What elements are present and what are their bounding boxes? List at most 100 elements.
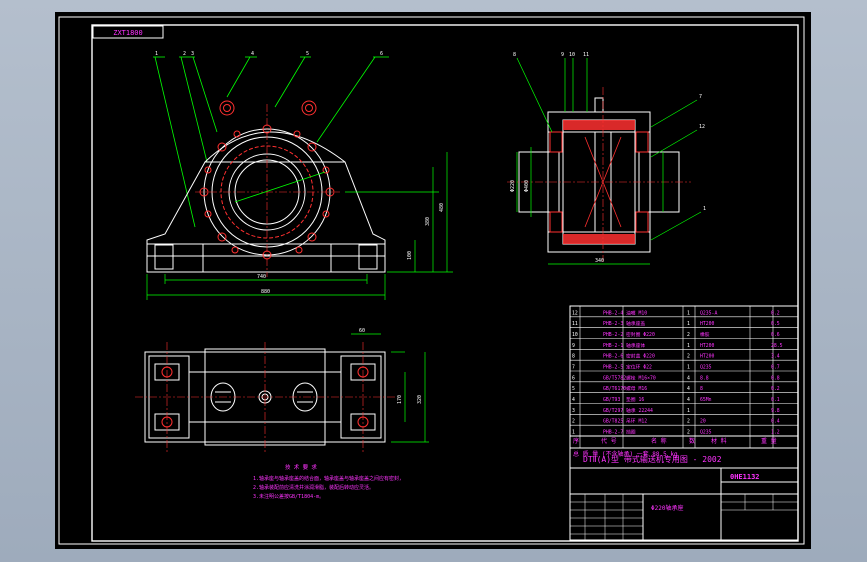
bom-cells: 12 PHB-2-4 油嘴 M10 1 Q235-A 0.211 PHB-2-3 轴承座盖 1 H… bbox=[572, 309, 783, 435]
bom-cell: Q235-A bbox=[700, 310, 717, 316]
bom-cell: 0.2 bbox=[771, 386, 780, 392]
bom-cell: Q235 bbox=[700, 365, 712, 371]
svg-text:2: 2 bbox=[183, 51, 186, 57]
bom-cell: 2 bbox=[572, 419, 575, 425]
title-block[interactable]: DTⅡ(A)型 带式输送机专用图 - 2002 0HE1132 Φ220轴承座 bbox=[569, 447, 799, 541]
notes-heading: 技 术 要 求 bbox=[285, 463, 317, 471]
bom-cell: HT200 bbox=[700, 343, 715, 349]
bom-cell: 轴承座盖 bbox=[626, 320, 645, 327]
bom-cell: 12 bbox=[572, 310, 578, 316]
bom-cell: Q235 bbox=[700, 430, 712, 436]
bom-cell: 1 bbox=[687, 310, 690, 316]
bom-cell: HT200 bbox=[700, 321, 715, 327]
bom-cell: 2 bbox=[687, 332, 690, 338]
bom-cell: 1 bbox=[687, 343, 690, 349]
bom-cell: PHB-2-5 bbox=[603, 365, 623, 371]
bom-cell: 20 bbox=[700, 419, 706, 425]
bom-cell: 5 bbox=[572, 386, 575, 392]
svg-text:880: 880 bbox=[261, 289, 270, 295]
front-view[interactable]: 123 456 880 740 380 480 100 bbox=[146, 51, 453, 300]
front-view-balloons: 123 456 bbox=[155, 51, 383, 57]
section-leaders bbox=[516, 57, 702, 265]
bom-cell: PHB-2-4 bbox=[603, 310, 623, 316]
part-number: 0HE1132 bbox=[730, 473, 760, 481]
bom-cell: GB/T5782 bbox=[603, 375, 626, 381]
front-view-leaders bbox=[153, 56, 389, 228]
bom-cell: 橡胶 bbox=[700, 331, 710, 338]
bom-cell: 28.5 bbox=[771, 343, 783, 349]
svg-text:Φ220: Φ220 bbox=[510, 180, 516, 192]
notes-line-3: 3.未注明公差按GB/T1804-m。 bbox=[253, 493, 324, 500]
bom-cell: 密封盖 Φ220 bbox=[626, 353, 655, 360]
bom-cell: GB/T825 bbox=[603, 419, 623, 425]
stamp-text: ZXT1800 bbox=[113, 29, 143, 37]
svg-text:3: 3 bbox=[191, 51, 194, 57]
bom-cell: PHB-2-2 bbox=[603, 332, 623, 338]
top-view[interactable]: 170 320 60 bbox=[135, 328, 429, 452]
svg-text:7: 7 bbox=[699, 94, 702, 100]
bom-cell: 0.4 bbox=[771, 419, 780, 425]
bom-cell: 11 bbox=[572, 321, 578, 327]
bom-cell: 0.5 bbox=[771, 321, 780, 327]
svg-text:170: 170 bbox=[397, 395, 403, 404]
diameter-leader bbox=[234, 171, 326, 203]
bom-header-seq: 序 bbox=[573, 437, 579, 445]
bom-cell: GB/T93 bbox=[603, 397, 620, 403]
bom-cell: 8 bbox=[572, 354, 575, 360]
svg-text:1: 1 bbox=[155, 51, 158, 57]
drawing-viewport[interactable]: ZXT1800 123 4 5 6 880 740 380 480 100 17… bbox=[55, 12, 811, 549]
lifting-eye-icon bbox=[219, 100, 317, 116]
bom-cell: 4 bbox=[572, 397, 575, 403]
bom-cell: 3.4 bbox=[771, 354, 780, 360]
technical-notes: 技 术 要 求 1.轴承座与轴承座盖的结合面，轴承座盖与轴承座盖之间应有密封， … bbox=[253, 463, 404, 500]
bom-cell: GB/T297 bbox=[603, 408, 623, 414]
bom-cell: 1 bbox=[687, 365, 690, 371]
bom-cell: 4 bbox=[687, 397, 690, 403]
svg-text:9: 9 bbox=[561, 52, 564, 58]
bom-cell: 0.2 bbox=[771, 310, 780, 316]
bom-cell: 65Mn bbox=[700, 397, 712, 403]
bom-header-name: 名 称 bbox=[651, 437, 667, 445]
bill-of-materials[interactable]: 12 PHB-2-4 油嘴 M10 1 Q235-A 0.211 PHB-2-3 轴承座盖 1 H… bbox=[569, 305, 799, 458]
drawing-stamp: ZXT1800 bbox=[92, 25, 164, 39]
bom-cell: 挡圈 bbox=[626, 429, 636, 436]
svg-text:480: 480 bbox=[439, 203, 445, 212]
svg-text:6: 6 bbox=[380, 51, 383, 57]
bom-cell: PHB-2-1 bbox=[603, 343, 623, 349]
bom-cell: PHB-2-7 bbox=[603, 430, 623, 436]
section-view[interactable]: 8 9 10 11 7 12 1 Φ220 Φ400 340 bbox=[507, 52, 706, 265]
bom-header-material: 材 料 bbox=[711, 437, 727, 445]
top-centerlines bbox=[135, 342, 395, 452]
bom-cell: 1 bbox=[572, 430, 575, 436]
svg-text:10: 10 bbox=[569, 52, 575, 58]
svg-text:4: 4 bbox=[251, 51, 254, 57]
bom-cell: HT200 bbox=[700, 354, 715, 360]
top-dim-values: 170 320 60 bbox=[359, 328, 423, 404]
bom-cell: 1.2 bbox=[771, 430, 780, 436]
bom-cell: 定位环 Φ22 bbox=[626, 364, 652, 371]
bom-cell: 2 bbox=[687, 354, 690, 360]
notes-line-2: 2.轴承装配前应清洗并涂润滑脂，装配后转动应灵活。 bbox=[253, 484, 374, 491]
svg-text:1: 1 bbox=[703, 206, 706, 212]
bom-cell: 轴承座体 bbox=[626, 342, 645, 349]
bom-cell: 2 bbox=[687, 430, 690, 436]
bom-cell: 油嘴 M10 bbox=[626, 309, 647, 316]
cad-application: ZXT1800 123 4 5 6 880 740 380 480 100 17… bbox=[0, 0, 867, 562]
bom-cell: 7 bbox=[572, 365, 575, 371]
bom-cell: 0.1 bbox=[771, 397, 780, 403]
svg-text:740: 740 bbox=[257, 274, 266, 280]
bom-cell: 4 bbox=[687, 386, 690, 392]
bom-cell: PHB-2-6 bbox=[603, 354, 623, 360]
drawing-name: Φ220轴承座 bbox=[651, 504, 683, 512]
bom-cell: 4 bbox=[687, 375, 690, 381]
system-title: DTⅡ(A)型 带式输送机专用图 - 2002 bbox=[583, 454, 722, 464]
notes-line-1: 1.轴承座与轴承座盖的结合面，轴承座盖与轴承座盖之间应有密封， bbox=[253, 475, 404, 482]
bom-cell: 3 bbox=[572, 408, 575, 414]
drawing-canvas[interactable]: ZXT1800 123 4 5 6 880 740 380 480 100 17… bbox=[55, 12, 811, 549]
front-dimensions bbox=[146, 152, 453, 300]
bom-cell: 0.6 bbox=[771, 332, 780, 338]
svg-text:60: 60 bbox=[359, 328, 365, 334]
bom-cell: 螺栓 M16×70 bbox=[626, 374, 656, 381]
bom-cell: PHB-2-3 bbox=[603, 321, 623, 327]
svg-text:100: 100 bbox=[407, 251, 413, 260]
